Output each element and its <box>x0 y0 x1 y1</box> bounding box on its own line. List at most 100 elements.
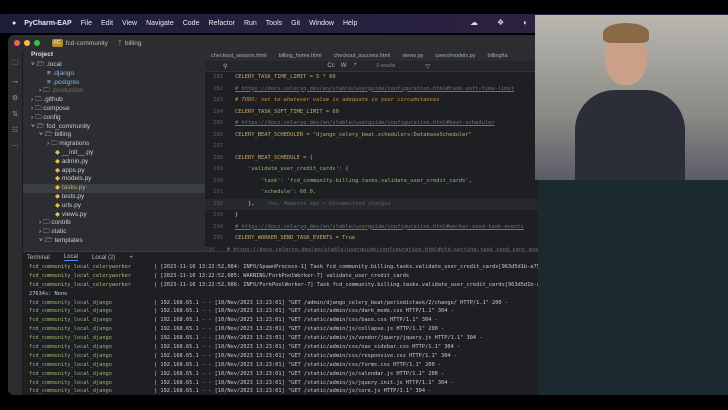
editor-tabs: checkout_session.html billing_home.html ch… <box>205 51 538 61</box>
tree-item[interactable]: › 🗀 compose <box>23 105 205 114</box>
project-panel: Project ˅ 🗁 .local ≡ .django ≡ .postgres › … <box>23 51 205 251</box>
tree-item[interactable]: › 🗀 static <box>23 228 205 237</box>
minimize-button[interactable] <box>24 40 30 46</box>
terminal-tab[interactable]: Local (2) <box>92 255 115 261</box>
structure-icon[interactable]: ☷ <box>8 126 22 134</box>
terminal-line: fcd_community_local_django | 192.168.65.1… <box>23 361 538 370</box>
terminal-output[interactable]: fcd_community_local_celeryworker | [2023-… <box>23 263 538 395</box>
menu-file[interactable]: File <box>81 20 92 27</box>
menu-help[interactable]: Help <box>343 20 357 27</box>
tree-item[interactable]: › 🗀 .production <box>23 87 205 96</box>
theme-icon[interactable]: ◐ <box>523 18 528 27</box>
line-number: 284 <box>213 108 223 115</box>
folder-open-icon: ˅ 🗁 <box>39 131 55 139</box>
terminal-tab[interactable]: Local <box>63 254 79 261</box>
close-button[interactable] <box>14 40 20 46</box>
tree-item[interactable]: ◆ __init__.py <box>23 149 205 158</box>
editor-tab[interactable]: checkout_success.html <box>333 53 390 59</box>
apple-icon[interactable]: ● <box>12 20 16 27</box>
tree-item[interactable]: ˅ 🗁 .local <box>23 61 205 70</box>
tree-item[interactable]: ◆ urls.py <box>23 202 205 211</box>
code-line: 287 <box>205 141 538 153</box>
tree-item[interactable]: › 🗀 config <box>23 114 205 123</box>
menu-view[interactable]: View <box>122 20 137 27</box>
find-bar: ⚲ Cc W .* 0 results ▽ <box>205 61 538 72</box>
menu-run[interactable]: Run <box>244 20 257 27</box>
tree-item-label: apps.py <box>61 166 85 174</box>
log-message: | 192.168.65.1 - - [10/Nov/2023 13:23:01… <box>154 335 483 342</box>
zoom-button[interactable] <box>34 40 40 46</box>
terminal-tab[interactable]: Terminal <box>27 255 50 261</box>
code-text: }, <box>235 200 255 207</box>
search-icon[interactable]: ⚲ <box>223 63 227 70</box>
code-text: CELERY_BEAT_SCHEDULER = "django_celery_b… <box>235 131 472 138</box>
code-line: 284 CELERY_TASK_SOFT_TIME_LIMIT = 60 <box>205 107 538 119</box>
terminal-line: fcd_community_local_django | 192.168.65.1… <box>23 325 538 334</box>
code-text: } <box>235 212 239 218</box>
tree-item-label: admin.py <box>61 157 89 165</box>
log-message: | 192.168.65.1 - - [10/Nov/2023 13:23:01… <box>154 361 442 368</box>
project-selector[interactable]: fcd-community <box>66 40 108 47</box>
app-menu[interactable]: PyCharm-EAP <box>24 20 71 27</box>
project-tool-icon[interactable]: 🗀 <box>8 59 22 70</box>
menu-tools[interactable]: Tools <box>266 20 282 27</box>
service-name: fcd_community_local_django <box>29 361 112 368</box>
branch-selector[interactable]: billing <box>125 40 142 47</box>
folder-icon: › 🗀 <box>31 104 44 112</box>
tree-item[interactable]: ◆ admin.py <box>23 158 205 167</box>
services-icon[interactable]: ⚙ <box>8 94 22 102</box>
tree-item[interactable]: › 🗀 migrations <box>23 140 205 149</box>
tree-item-label: .github <box>43 96 63 104</box>
menu-code[interactable]: Code <box>183 20 200 27</box>
whole-word-toggle[interactable]: W <box>341 63 347 69</box>
tree-item-label: migrations <box>59 140 90 148</box>
menu-edit[interactable]: Edit <box>101 20 113 27</box>
menu-navigate[interactable]: Navigate <box>146 20 174 27</box>
settings-icon[interactable]: ❖ <box>497 18 504 27</box>
python-file-icon: ◆ <box>55 201 60 209</box>
menu-window[interactable]: Window <box>309 20 334 27</box>
tree-item[interactable]: ◆ tests.py <box>23 193 205 202</box>
code-text: CELERY_BEAT_SCHEDULE = { <box>235 154 313 161</box>
cloud-icon[interactable]: ☁ <box>470 18 478 27</box>
regex-toggle[interactable]: .* <box>352 63 356 69</box>
python-file-icon: ◆ <box>55 148 60 156</box>
editor-tab[interactable]: views.py <box>402 53 423 59</box>
webcam-overlay <box>535 15 728 180</box>
code-line: 289 'validate_user_credit_cards': { <box>205 164 538 176</box>
service-name: fcd_community_local_django <box>29 379 112 386</box>
terminal-line: fcd_community_local_django | 192.168.65.1… <box>23 316 538 325</box>
match-case-toggle[interactable]: Cc <box>327 63 334 69</box>
editor-tab[interactable]: billing_home.html <box>279 53 322 59</box>
tree-item[interactable]: › 🗀 contrib <box>23 219 205 228</box>
editor-tab[interactable]: billing/ta <box>487 53 507 59</box>
tree-item-label: views.py <box>61 210 87 218</box>
folder-icon: › 🗀 <box>31 113 44 121</box>
tree-item[interactable]: ≡ .django <box>23 70 205 79</box>
more-icon[interactable]: ⋯ <box>8 142 22 150</box>
code-text: # https://docs.celeryq.dev/en/stable/use… <box>235 85 515 92</box>
tree-item-label: config <box>43 113 61 121</box>
editor-tab[interactable]: checkout_session.html <box>211 53 267 59</box>
editor-tab[interactable]: users/models.py <box>435 53 475 59</box>
project-panel-title[interactable]: Project <box>23 51 205 61</box>
pull-requests-icon[interactable]: ⇅ <box>8 110 22 118</box>
tree-item[interactable]: ˅ 🗁 billing <box>23 131 205 140</box>
python-file-icon: ◆ <box>55 184 60 192</box>
menu-git[interactable]: Git <box>291 20 300 27</box>
tree-item[interactable]: ◆ models.py <box>23 175 205 184</box>
tree-item[interactable]: ˅ 🗁 templates <box>23 237 205 246</box>
service-name: fcd_community_local_django <box>29 352 112 359</box>
line-number: 288 <box>213 154 223 161</box>
new-tab-icon[interactable]: + <box>129 255 133 261</box>
tree-item[interactable]: › 🗀 .github <box>23 96 205 105</box>
filter-icon[interactable]: ▽ <box>425 63 430 70</box>
tree-item-label: .production <box>51 87 84 95</box>
commit-icon[interactable]: ⊸ <box>8 78 22 86</box>
tree-item[interactable]: ◆ apps.py <box>23 167 205 176</box>
folder-icon: › 🗀 <box>39 219 52 227</box>
tree-item[interactable]: ◆ tasks.py <box>23 184 205 193</box>
menu-refactor[interactable]: Refactor <box>208 20 234 27</box>
project-tree: ˅ 🗁 .local ≡ .django ≡ .postgres › 🗀 .produ… <box>23 61 205 246</box>
terminal-line: 27634s: None <box>23 290 538 299</box>
